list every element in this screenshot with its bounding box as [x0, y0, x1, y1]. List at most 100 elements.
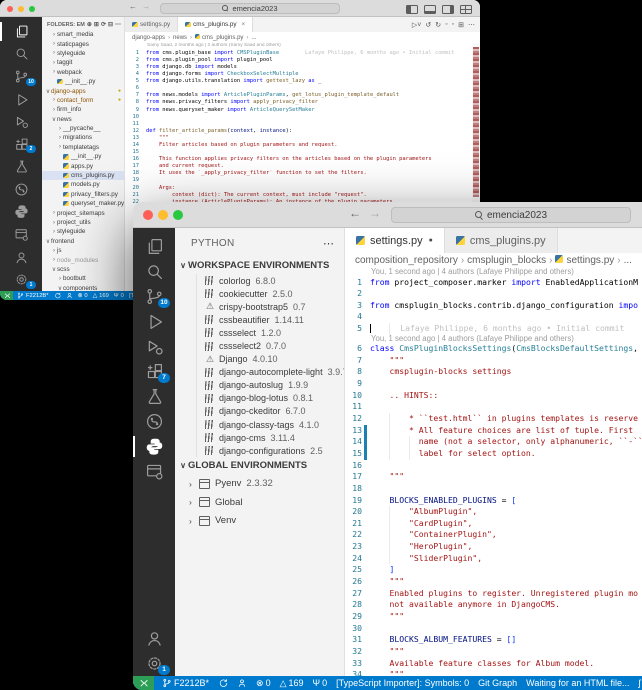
code-line[interactable]: 6class CmsPluginBlocksSettings(CmsBlocks… [345, 343, 642, 355]
code-line[interactable]: 18 [345, 483, 642, 495]
code-line[interactable]: 21 context (dict): The current context, … [125, 192, 480, 199]
tree-item[interactable]: apps.py [42, 161, 124, 170]
minimize-window-icon[interactable] [18, 6, 24, 12]
code-line[interactable]: 21 "CardPlugin", [345, 518, 642, 530]
editor-action-run-icon[interactable]: ▷˅ [412, 21, 421, 29]
activity-item-account-icon[interactable] [133, 626, 175, 651]
tab-cms_plugins.py[interactable]: cms_plugins.py [445, 228, 558, 253]
more-icon[interactable]: ⋯ [115, 21, 121, 28]
activity-item-python-icon[interactable] [0, 201, 42, 224]
tree-item[interactable]: ›project_utils [42, 218, 124, 227]
package-item[interactable]: django-autoslug1.9.9 [205, 379, 344, 392]
status-item-fork-icon[interactable]: Ψ0 [313, 678, 328, 688]
toggle-sidebar-icon[interactable] [406, 5, 418, 15]
layout-controls[interactable] [406, 5, 472, 15]
activity-item-python-icon[interactable] [133, 434, 175, 459]
activity-item-git-graph-icon[interactable] [133, 409, 175, 434]
package-item[interactable]: cssselect1.2.0 [205, 326, 344, 339]
code-line[interactable]: 14 name (not a selector, only alphanumer… [345, 436, 642, 448]
window-controls[interactable] [143, 210, 183, 220]
breadcrumb-item[interactable]: ... [624, 255, 632, 266]
collapse-all-icon[interactable]: ⊟ [108, 21, 113, 28]
activity-item-testing-beaker-icon[interactable] [133, 384, 175, 409]
code-line[interactable]: 11 [345, 401, 642, 413]
code-line[interactable]: 12 * ``test.html`` in plugins templates … [345, 413, 642, 425]
close-window-icon[interactable] [7, 6, 13, 12]
tree-item[interactable]: ∨components [42, 284, 124, 291]
editor-action-sync-icon[interactable]: ↻ [435, 21, 441, 29]
code-line[interactable]: 3from django.db import models [125, 64, 480, 71]
editor-action-history-icon[interactable]: ↺ [425, 21, 431, 29]
code-line[interactable]: 2 [345, 288, 642, 300]
remote-indicator-icon[interactable] [133, 676, 154, 690]
tree-item[interactable]: ∨django-apps● [42, 86, 124, 95]
breadcrumb-item[interactable]: django-apps [132, 35, 165, 41]
activity-item-source-control-icon[interactable]: 10 [0, 65, 42, 88]
activity-item-files-icon[interactable] [133, 234, 175, 259]
tree-item[interactable]: ›js [42, 246, 124, 255]
status-item-person-icon[interactable] [66, 292, 73, 299]
package-item[interactable]: cssbeautifier1.14.11 [205, 313, 344, 326]
history-nav[interactable]: ←→ [129, 2, 155, 11]
tree-item[interactable]: ∨scss [42, 265, 124, 274]
activity-item-run-debug-icon[interactable] [133, 309, 175, 334]
environment-item[interactable]: ›Venv [175, 511, 344, 530]
editor-action-prev-icon[interactable]: ◦ [445, 21, 447, 28]
code-line[interactable]: 28 not available anymore in DjangoCMS. [345, 599, 642, 611]
tree-item[interactable]: ›smart_media [42, 30, 124, 39]
status-item-hook-icon[interactable]: ʃ [639, 678, 641, 688]
code-line[interactable]: 26 """ [345, 576, 642, 588]
package-item[interactable]: ⚠Django4.0.10 [205, 353, 344, 366]
code-line[interactable]: 4 [345, 311, 642, 323]
code-line[interactable]: 9 [345, 378, 642, 390]
package-item[interactable]: django-configurations2.5 [205, 444, 344, 457]
activity-item-play-gear-icon[interactable] [0, 110, 42, 133]
code-line[interactable]: 1from cms.plugin_base import CMSPluginBa… [125, 50, 480, 57]
code-line[interactable]: 13 * All feature choices are list of tup… [345, 425, 642, 437]
tree-item[interactable]: ›firm_info [42, 105, 124, 114]
editor-action-next-icon[interactable]: ◦ [452, 21, 454, 28]
forward-icon[interactable]: → [369, 206, 389, 220]
activity-item-window-gear-icon[interactable] [0, 223, 42, 246]
remote-indicator-icon[interactable] [0, 291, 13, 300]
status-item[interactable]: [TypeScript Importer]: Symbols: 0 [336, 678, 469, 688]
code-line[interactable]: 17 and current request. [125, 163, 480, 170]
back-icon[interactable]: ← [129, 2, 142, 11]
status-item-warning-icon[interactable]: △169 [280, 678, 304, 689]
breadcrumb-item[interactable]: news [173, 35, 187, 41]
code-line[interactable]: 2from cms.plugin_pool import plugin_pool [125, 57, 480, 64]
refresh-icon[interactable]: ⟳ [101, 21, 106, 28]
activity-item-run-debug-icon[interactable] [0, 88, 42, 111]
tree-item[interactable]: ›migrations [42, 133, 124, 142]
activity-item-window-gear-icon[interactable] [133, 459, 175, 484]
code-line[interactable]: 15 [125, 149, 480, 156]
tree-item[interactable]: queryset_maker.py [42, 199, 124, 208]
maximize-window-icon[interactable] [29, 6, 35, 12]
code-line[interactable]: 19 BLOCKS_ENABLED_PLUGINS = [ [345, 495, 642, 507]
code-line[interactable]: 20 Args: [125, 185, 480, 192]
package-item[interactable]: django-blog-lotus0.8.1 [205, 392, 344, 405]
editor-action-more-icon[interactable]: ⋯ [468, 21, 475, 29]
tab-cms_plugins.py[interactable]: cms_plugins.py× [178, 17, 253, 32]
code-line[interactable]: 18 It uses the `_apply_privacy_filter` f… [125, 170, 480, 177]
tab-settings.py[interactable]: settings.py [125, 17, 178, 32]
window-controls[interactable] [7, 6, 35, 12]
tree-item[interactable]: ›staticpages [42, 39, 124, 48]
code-line[interactable]: 5 Lafaye Philippe, 6 months ago • Initia… [345, 323, 642, 335]
breadcrumb[interactable]: composition_repository›cmsplugin_blocks›… [345, 253, 642, 268]
back-icon[interactable]: ← [349, 206, 369, 220]
tree-item[interactable]: ›__pycache__ [42, 124, 124, 133]
tree-item[interactable]: ∨frontend [42, 237, 124, 246]
breadcrumb[interactable]: django-apps›news›cms_plugins.py›... [125, 32, 480, 43]
code-line[interactable]: 17 """ [345, 471, 642, 483]
package-item[interactable]: django-autocomplete-light3.9.7 [205, 366, 344, 379]
code-line[interactable]: 29 """ [345, 611, 642, 623]
activity-item-source-control-icon[interactable]: 10 [133, 284, 175, 309]
activity-item-gear-icon[interactable]: 1 [133, 651, 175, 676]
tree-item[interactable]: ›webpack [42, 68, 124, 77]
code-line[interactable]: 6 [125, 85, 480, 92]
code-line[interactable]: 7 """ [345, 355, 642, 367]
package-item[interactable]: django-ckeditor6.7.0 [205, 405, 344, 418]
status-item-error-icon[interactable]: ⊗0 [78, 293, 88, 299]
package-item[interactable]: django-classy-tags4.1.0 [205, 418, 344, 431]
